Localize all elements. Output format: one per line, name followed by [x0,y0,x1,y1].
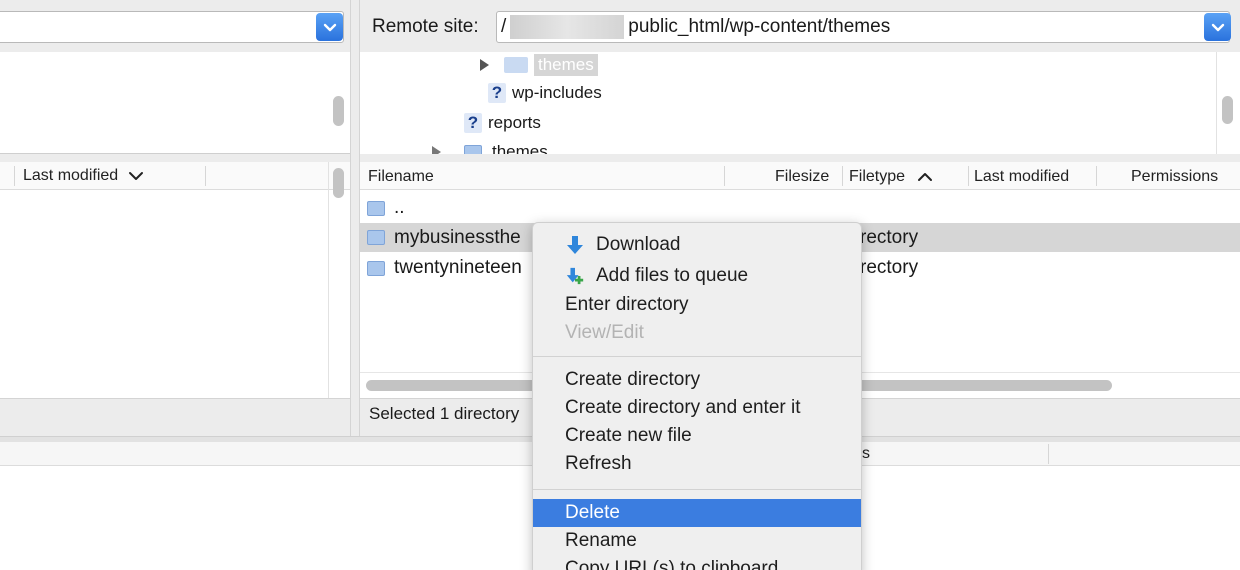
remote-site-label: Remote site: [372,16,479,37]
context-menu: Download Add files to queue Enter direct… [532,222,862,570]
download-arrow-icon [567,236,583,254]
chevron-down-icon [1211,23,1224,32]
menu-item-view-edit: View/Edit [565,322,644,343]
local-site-path-input[interactable] [0,11,344,43]
triangle-right-icon[interactable] [430,145,442,154]
triangle-right-icon[interactable] [478,58,490,72]
menu-item-refresh[interactable]: Refresh [533,450,861,478]
file-type: rectory [860,226,919,248]
menu-separator [533,489,861,490]
local-status-bar [0,398,350,430]
file-type: rectory [860,257,919,278]
remote-path-prefix: / [501,16,507,37]
menu-item-download[interactable]: Download [533,231,861,259]
menu-item-enter-directory[interactable]: Enter directory [533,291,861,319]
col-filesize[interactable]: Filesize [775,168,829,186]
chevron-up-icon [918,173,933,181]
unknown-folder-icon: ? [488,83,506,103]
file-name: twentynineteen [394,257,522,278]
local-file-list: Last modified [0,162,350,398]
tree-item-wp-includes[interactable]: ? wp-includes [488,83,602,103]
status-text: Selected 1 directory [369,404,520,423]
menu-item-create-directory[interactable]: Create directory [533,366,861,394]
menu-item-create-new-file[interactable]: Create new file [533,422,861,450]
local-list-scrollbar[interactable] [333,168,344,198]
col-permissions[interactable]: Permissions [1131,168,1218,186]
menu-item-rename[interactable]: Rename [533,527,861,555]
menu-item-delete[interactable]: Delete [533,499,861,527]
folder-icon [367,230,385,245]
local-site-dropdown-button[interactable] [316,13,343,41]
col-filetype[interactable]: Filetype [849,168,933,186]
folder-icon [367,260,385,276]
menu-separator [533,356,861,357]
queue-col-fragment[interactable]: s [862,445,870,463]
remote-tree-scrollbar[interactable] [1222,96,1233,124]
remote-directory-tree: themes ? wp-includes ? reports themes [360,52,1240,154]
file-name: .. [394,197,405,218]
redacted-path-segment [510,15,625,39]
folder-open-icon [504,57,528,73]
file-row-parent[interactable]: .. [360,194,1240,222]
add-to-queue-icon [566,267,584,285]
menu-item-copy-urls[interactable]: Copy URL(s) to clipboard [533,555,861,570]
remote-site-path-input[interactable]: / public_html/wp-content/themes [496,11,1230,43]
tree-item-themes-partial[interactable]: themes [430,142,548,154]
unknown-folder-icon: ? [464,113,482,133]
col-last-modified[interactable]: Last modified [974,168,1069,186]
folder-icon [367,200,385,216]
tree-item-reports[interactable]: ? reports [464,113,541,133]
chevron-down-icon [129,172,144,180]
remote-path-text: public_html/wp-content/themes [628,16,891,37]
local-directory-tree [0,52,350,154]
col-filename[interactable]: Filename [368,168,434,186]
menu-item-add-files-to-queue[interactable]: Add files to queue [533,262,861,290]
local-col-last-modified[interactable]: Last modified [23,167,144,185]
local-column-header-bar: Last modified [0,162,350,190]
local-tree-scrollbar[interactable] [333,96,344,126]
remote-site-dropdown-button[interactable] [1204,13,1231,41]
tree-item-themes-selected[interactable]: themes [478,54,598,76]
remote-column-header-bar: Filename Filesize Filetype Last modified… [360,162,1240,190]
folder-icon [464,144,482,154]
menu-item-create-directory-and-enter[interactable]: Create directory and enter it [533,394,861,422]
file-name: mybusinessthe [394,226,521,248]
chevron-down-icon [323,23,336,32]
